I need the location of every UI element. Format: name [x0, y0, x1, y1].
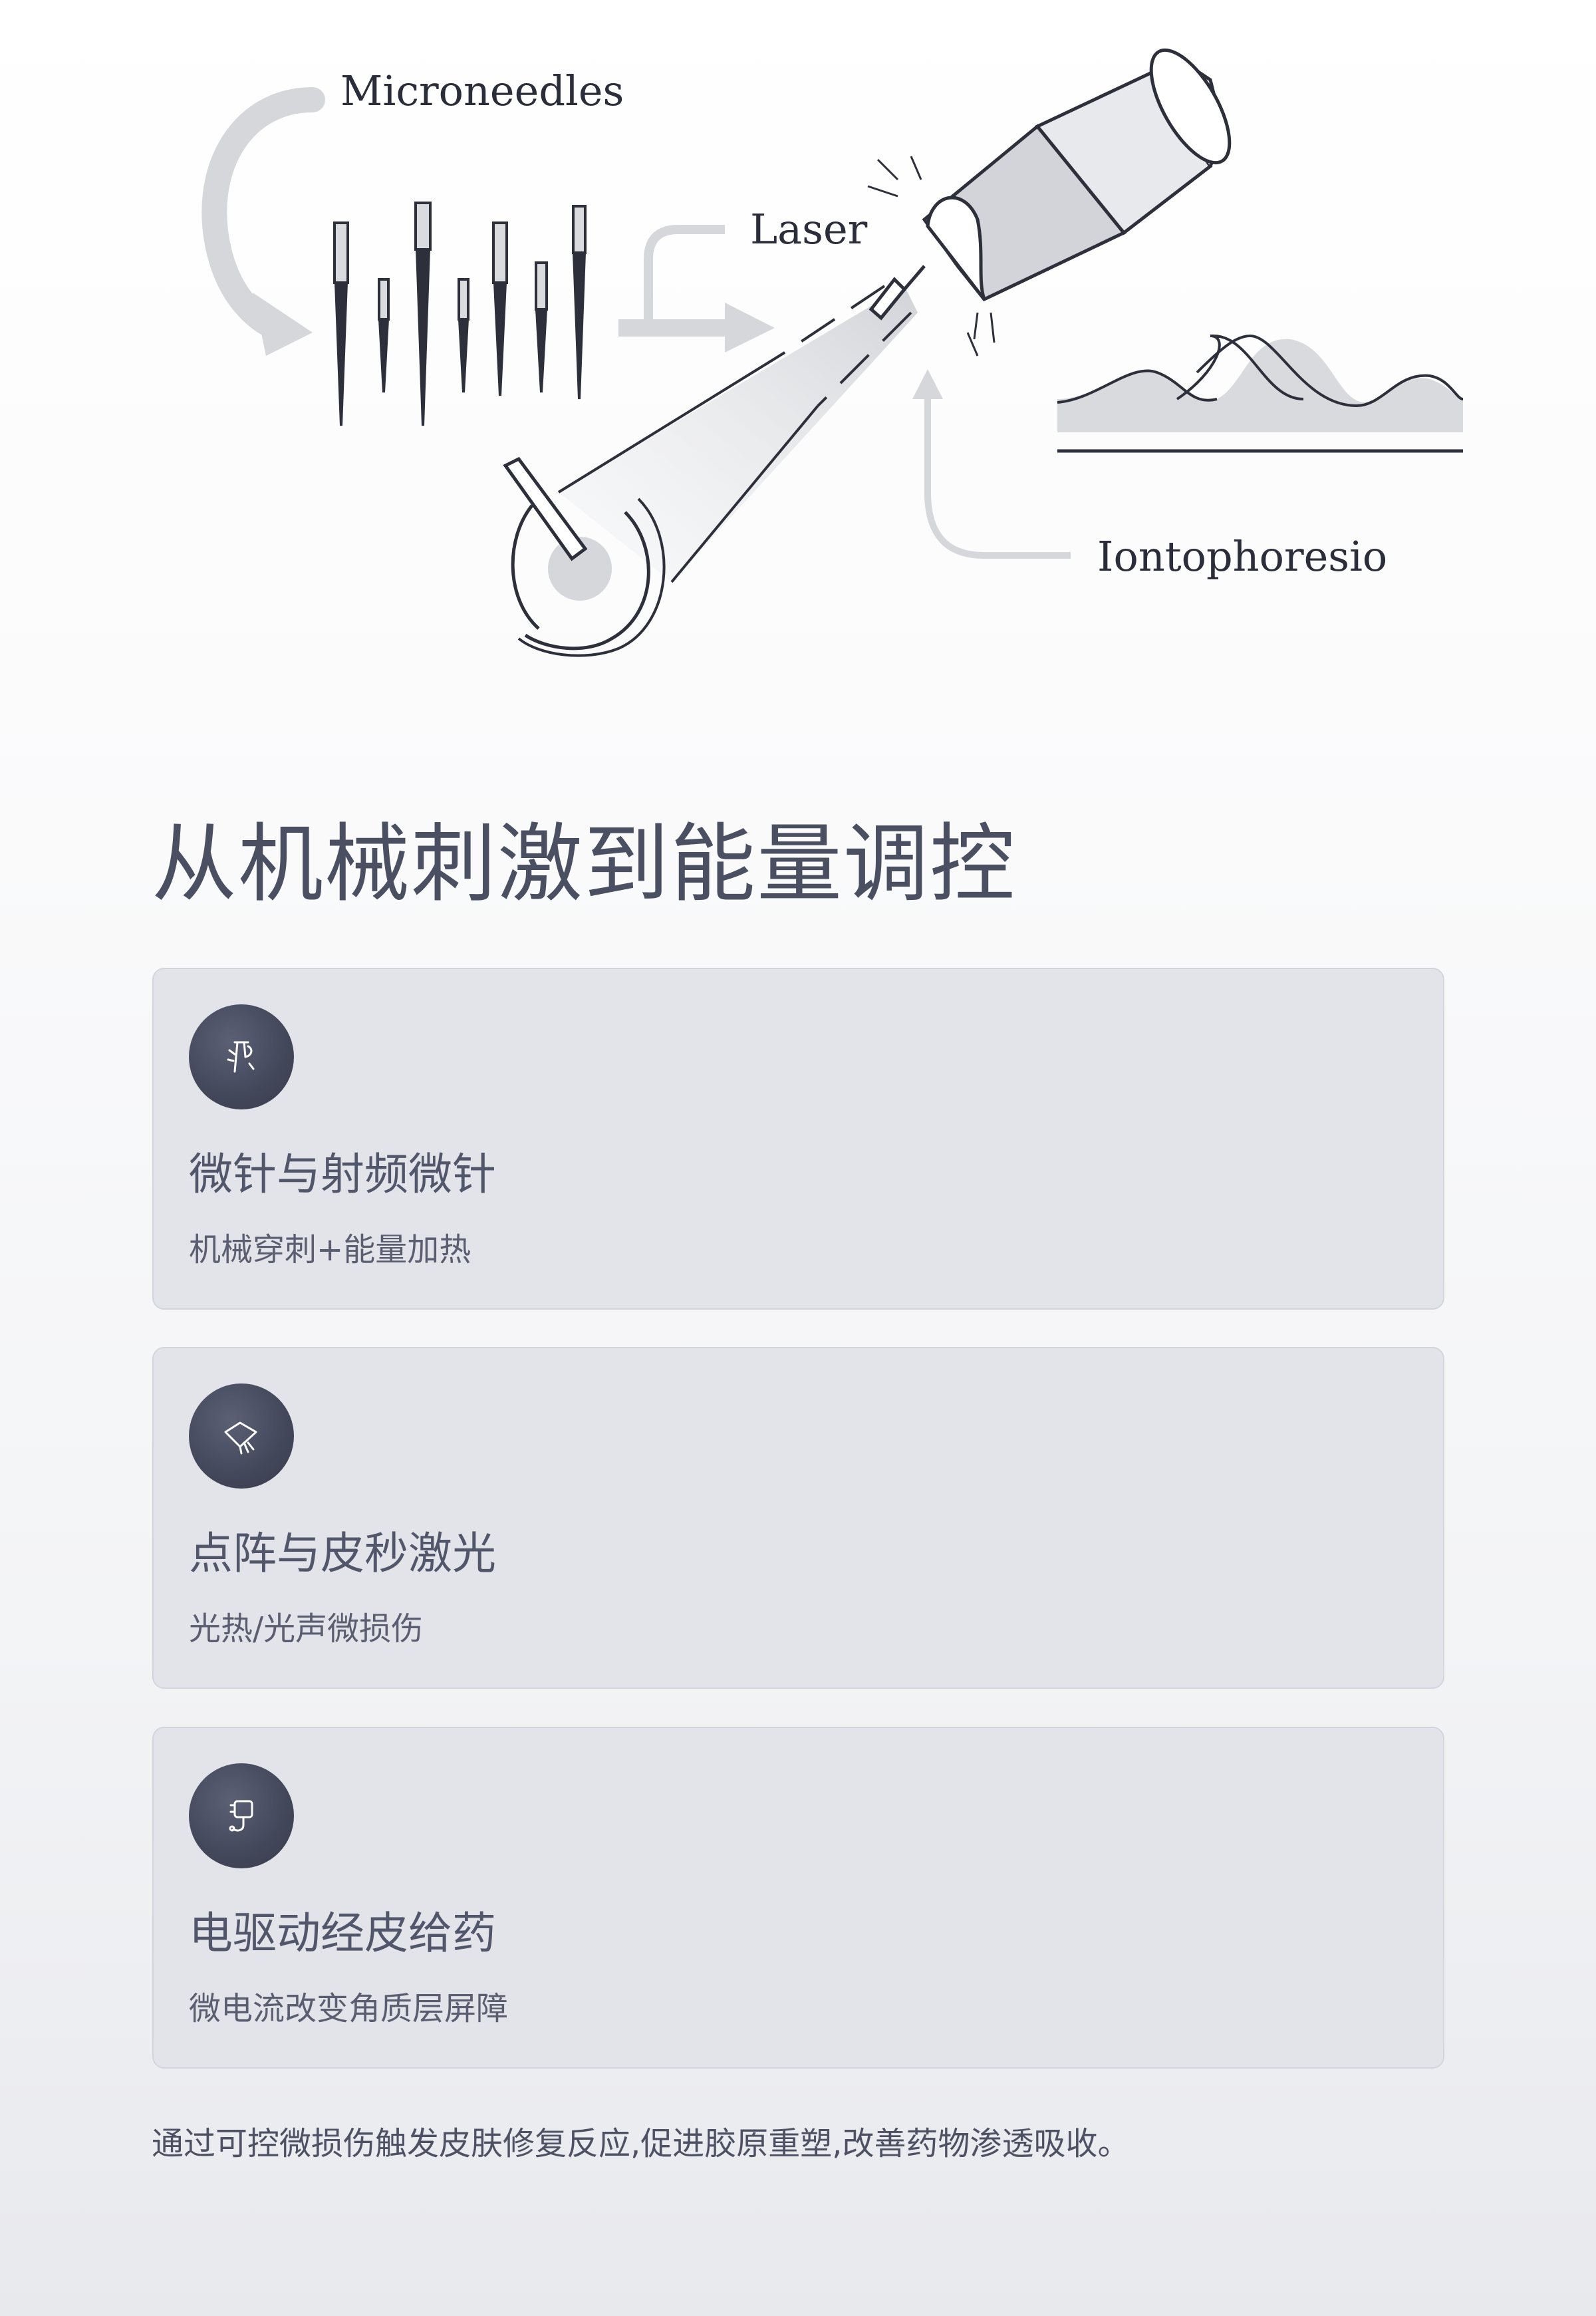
microneedle-icon	[189, 1004, 294, 1109]
page-title: 从机械刺激到能量调控	[152, 815, 1017, 914]
arrow-up-icon	[912, 369, 1071, 559]
feature-card-microneedle: 微针与射频微针 机械穿刺+能量加热	[152, 968, 1444, 1310]
microneedles-label: Microneedles	[340, 67, 624, 115]
wave-graph-icon	[1057, 334, 1464, 453]
summary-text: 通过可控微损伤触发皮肤修复反应,促进胶原重塑,改善药物渗透吸收。	[152, 2125, 1130, 2162]
iontophoresis-label: Iontophoresio	[1097, 532, 1387, 581]
laser-label: Laser	[750, 205, 868, 253]
laser-icon	[189, 1383, 294, 1489]
card-description: 机械穿刺+能量加热	[189, 1231, 471, 1268]
feature-card-laser: 点阵与皮秒激光 光热/光声微损伤	[152, 1347, 1444, 1689]
hero-illustration: Microneedles Laser Iontophoresio	[0, 0, 1596, 732]
card-title: 微针与射频微针	[189, 1149, 496, 1200]
card-description: 光热/光声微损伤	[189, 1610, 424, 1648]
electric-plug-icon	[189, 1763, 294, 1868]
card-description: 微电流改变角质层屏障	[189, 1990, 509, 2027]
microneedle-array	[333, 202, 587, 426]
card-title: 电驱动经皮给药	[189, 1908, 496, 1959]
feature-card-iontophoresis: 电驱动经皮给药 微电流改变角质层屏障	[152, 1727, 1444, 2069]
curved-arrow-icon	[201, 87, 325, 356]
card-title: 点阵与皮秒激光	[189, 1528, 496, 1579]
laser-device-icon	[868, 48, 1232, 321]
